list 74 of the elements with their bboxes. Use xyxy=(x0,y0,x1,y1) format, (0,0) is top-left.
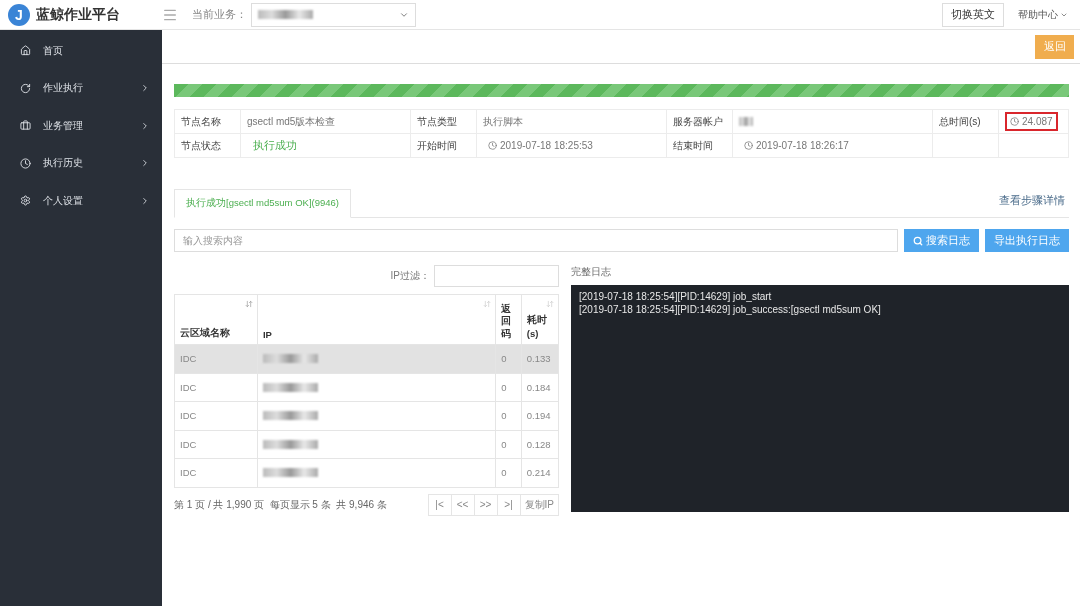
table-cell: 0.128 xyxy=(521,430,559,459)
time-value: 24.087 xyxy=(1005,112,1058,131)
clock-icon xyxy=(488,141,497,150)
masked-ip xyxy=(262,382,318,392)
search-field[interactable]: 输入搜索内容 xyxy=(174,229,898,252)
table-cell: 0 xyxy=(495,430,522,459)
info-label: 节点名称 xyxy=(175,110,241,134)
table-cell: IDC xyxy=(174,344,258,373)
help-menu[interactable]: 帮助中心 xyxy=(1012,6,1074,23)
time-value: 2019-07-18 18:25:53 xyxy=(483,136,598,155)
masked-value xyxy=(739,117,753,126)
table-cell: IDC xyxy=(174,458,258,487)
pager-button[interactable]: |< xyxy=(427,493,452,516)
info-label: 服务器帐户 xyxy=(667,110,733,134)
ip-filter-label: IP过滤： xyxy=(390,269,430,283)
sidebar-item[interactable]: 作业执行 xyxy=(0,69,162,107)
business-label: 当前业务： xyxy=(192,7,247,22)
page-summary: 第 1 页 / 共 1,990 页 每页显示 5 条 共 9,946 条 xyxy=(174,497,387,512)
language-button[interactable]: 切换英文 xyxy=(942,2,1004,27)
sort-icon[interactable] xyxy=(546,300,554,308)
column-header: 返回码 xyxy=(495,294,522,345)
info-label: 节点类型 xyxy=(411,110,477,134)
sort-icon[interactable] xyxy=(244,300,253,308)
pager-button[interactable]: 复制IP xyxy=(519,493,559,516)
pager-button[interactable]: >> xyxy=(473,493,498,516)
table-cell: 0.184 xyxy=(521,373,559,402)
table-cell: 0 xyxy=(495,373,522,402)
info-label: 开始时间 xyxy=(411,134,477,158)
settings-icon xyxy=(20,195,31,207)
search-icon xyxy=(913,235,923,246)
info-label: 总时间(s) xyxy=(933,110,999,134)
log-line: [2019-07-18 18:25:54][PID:14629] job_success:[gsectl md5sum OK] xyxy=(579,304,882,315)
sidebar-item[interactable]: 业务管理 xyxy=(0,107,162,145)
app-title: 蓝鲸作业平台 xyxy=(36,5,120,24)
logo: J xyxy=(8,3,30,26)
table-cell: 0 xyxy=(495,458,522,487)
masked-ip xyxy=(262,354,318,364)
table-cell: 0 xyxy=(495,401,522,430)
column-header[interactable]: 云区域名称 xyxy=(174,294,258,345)
column-header[interactable]: IP xyxy=(257,294,496,345)
home-icon xyxy=(20,45,31,57)
clock-icon xyxy=(1010,117,1019,126)
info-label: 节点状态 xyxy=(175,134,241,158)
masked-ip xyxy=(262,468,318,478)
table-cell: 0.194 xyxy=(521,401,559,430)
log-title: 完整日志 xyxy=(571,265,612,279)
ip-filter-field[interactable] xyxy=(434,265,559,287)
step-details-link[interactable]: 查看步骤详情 xyxy=(999,194,1065,208)
sidebar-item[interactable]: 首页 xyxy=(0,32,162,70)
briefcase-icon xyxy=(20,120,31,132)
sidebar-item[interactable]: 执行历史 xyxy=(0,144,162,182)
sort-icon[interactable] xyxy=(483,300,492,308)
refresh-icon xyxy=(20,82,31,94)
table-cell: 0.133 xyxy=(521,344,559,373)
sidebar-item[interactable]: 个人设置 xyxy=(0,182,162,220)
clock-icon xyxy=(744,141,753,150)
pager-button[interactable]: >| xyxy=(496,493,521,516)
column-header[interactable]: 耗时(s) xyxy=(521,294,559,345)
pager-button[interactable]: << xyxy=(450,493,475,516)
masked-ip xyxy=(262,411,318,421)
clock-icon xyxy=(20,157,31,169)
status-text: 执行成功 xyxy=(252,138,297,153)
time-value: 2019-07-18 18:26:17 xyxy=(739,136,854,155)
table-cell: 0 xyxy=(495,344,522,373)
business-select[interactable] xyxy=(251,2,416,27)
table-cell: IDC xyxy=(174,373,258,402)
info-value: gsectl md5版本检查 xyxy=(241,110,411,134)
masked-ip xyxy=(262,439,318,449)
table-cell: IDC xyxy=(174,430,258,459)
table-cell: 0.214 xyxy=(521,458,559,487)
info-label: 结束时间 xyxy=(667,134,733,158)
table-cell: IDC xyxy=(174,401,258,430)
info-value: 执行脚本 xyxy=(477,110,667,134)
log-line: [2019-07-18 18:25:54][PID:14629] job_start xyxy=(579,291,773,302)
